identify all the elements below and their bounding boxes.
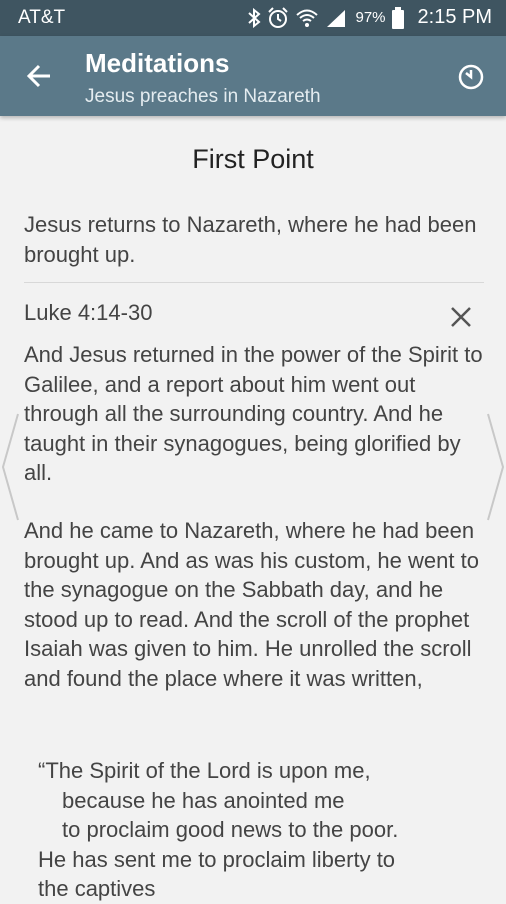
meditation-content: First Point Jesus returns to Nazareth, w… [0,116,506,901]
wifi-icon [295,8,319,28]
quote-line: “The Spirit of the Lord is upon me, [38,758,371,783]
clock: 2:15 PM [417,6,492,28]
chevron-left-icon[interactable] [0,412,20,522]
app-bar: Meditations Jesus preaches in Nazareth [0,36,506,116]
timer-icon[interactable] [456,62,486,92]
status-bar: AT&T 97% 2:15 PM [0,0,506,36]
page-title: Meditations [85,48,230,78]
quote-line: He has sent me to proclaim liberty to [38,846,396,872]
scripture-paragraph-1: And Jesus returned in the power of the S… [24,342,483,485]
scripture-quote: “The Spirit of the Lord is upon me, beca… [38,756,488,904]
carrier-label: AT&T [18,7,66,28]
page-subtitle: Jesus preaches in Nazareth [85,86,321,107]
quote-line: the captives [38,876,156,901]
close-icon[interactable] [450,306,472,328]
divider [24,282,484,283]
bluetooth-icon [247,7,262,28]
point-text: Jesus returns to Nazareth, where he had … [24,212,477,267]
quote-line: to proclaim good news to the poor. [62,817,399,842]
battery-icon [391,6,404,29]
status-icons: 97% 2:15 PM [247,6,492,29]
back-arrow-icon[interactable] [24,60,56,92]
signal-icon [325,8,347,28]
scripture-reference: Luke 4:14-30 [24,300,153,325]
alarm-icon [267,6,289,29]
chevron-right-icon[interactable] [486,412,506,522]
battery-percent: 97% [355,9,386,26]
scripture-paragraph-2: And he came to Nazareth, where he had be… [24,518,479,691]
quote-line: because he has anointed me [62,787,345,813]
point-title: First Point [192,144,314,174]
